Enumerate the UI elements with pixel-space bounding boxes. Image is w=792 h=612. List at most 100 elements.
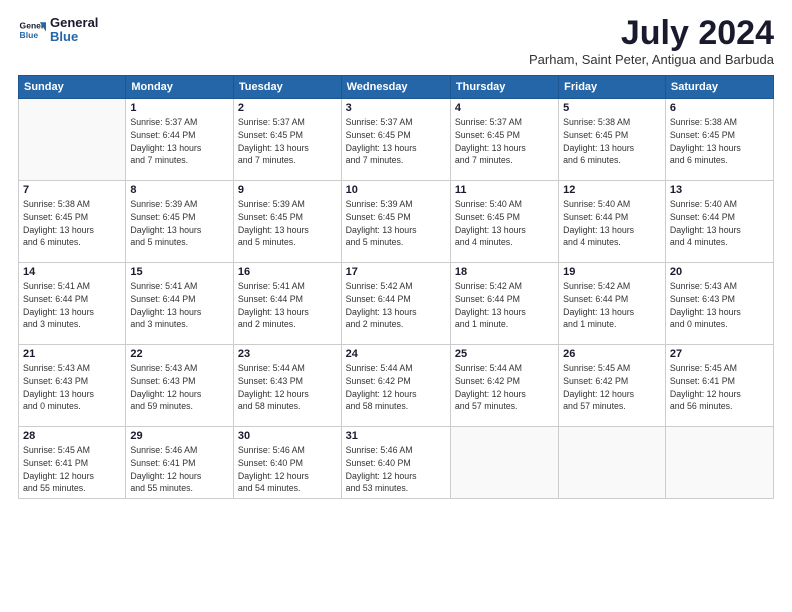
day-detail: Sunrise: 5:40 AM Sunset: 6:45 PM Dayligh…	[455, 198, 554, 249]
day-number: 31	[346, 430, 446, 442]
day-number: 14	[23, 266, 121, 278]
day-number: 15	[130, 266, 229, 278]
calendar-cell: 29 Sunrise: 5:46 AM Sunset: 6:41 PM Dayli…	[126, 427, 234, 499]
day-number: 2	[238, 102, 337, 114]
subtitle: Parham, Saint Peter, Antigua and Barbuda	[529, 52, 774, 67]
calendar-cell	[450, 427, 558, 499]
calendar-cell: 30Sunrise: 5:46 AM Sunset: 6:40 PM Dayli…	[233, 427, 341, 499]
day-number: 13	[670, 184, 769, 196]
calendar-cell: 23 Sunrise: 5:44 AM Sunset: 6:43 PM Dayli…	[233, 345, 341, 427]
day-detail: Sunrise: 5:44 AM Sunset: 6:43 PM Dayligh…	[238, 362, 337, 413]
day-number: 25	[455, 348, 554, 360]
day-number: 9	[238, 184, 337, 196]
day-detail: Sunrise: 5:44 AM Sunset: 6:42 PM Dayligh…	[346, 362, 446, 413]
day-detail: Sunrise: 5:37 AM Sunset: 6:45 PM Dayligh…	[455, 116, 554, 167]
day-number: 17	[346, 266, 446, 278]
day-detail: Sunrise: 5:46 AM Sunset: 6:40 PM Dayligh…	[238, 444, 337, 495]
header-day: Tuesday	[233, 76, 341, 99]
day-number: 22	[130, 348, 229, 360]
day-number: 28	[23, 430, 121, 442]
calendar-cell: 31 Sunrise: 5:46 AM Sunset: 6:40 PM Dayli…	[341, 427, 450, 499]
day-detail: Sunrise: 5:38 AM Sunset: 6:45 PM Dayligh…	[670, 116, 769, 167]
day-detail: Sunrise: 5:41 AM Sunset: 6:44 PM Dayligh…	[238, 280, 337, 331]
calendar-cell: 17 Sunrise: 5:42 AM Sunset: 6:44 PM Dayli…	[341, 263, 450, 345]
day-number: 29	[130, 430, 229, 442]
calendar-cell: 24Sunrise: 5:44 AM Sunset: 6:42 PM Dayli…	[341, 345, 450, 427]
calendar-cell: 21 Sunrise: 5:43 AM Sunset: 6:43 PM Dayli…	[19, 345, 126, 427]
day-number: 6	[670, 102, 769, 114]
header-day: Friday	[559, 76, 666, 99]
day-number: 26	[563, 348, 661, 360]
calendar-cell: 8Sunrise: 5:39 AM Sunset: 6:45 PM Daylig…	[126, 181, 234, 263]
title-block: July 2024 Parham, Saint Peter, Antigua a…	[529, 16, 774, 67]
calendar-cell: 20 Sunrise: 5:43 AM Sunset: 6:43 PM Dayli…	[665, 263, 773, 345]
calendar-cell: 15Sunrise: 5:41 AM Sunset: 6:44 PM Dayli…	[126, 263, 234, 345]
day-number: 11	[455, 184, 554, 196]
header-day: Wednesday	[341, 76, 450, 99]
day-detail: Sunrise: 5:39 AM Sunset: 6:45 PM Dayligh…	[130, 198, 229, 249]
calendar-cell: 13 Sunrise: 5:40 AM Sunset: 6:44 PM Dayli…	[665, 181, 773, 263]
calendar-cell: 10 Sunrise: 5:39 AM Sunset: 6:45 PM Dayli…	[341, 181, 450, 263]
day-detail: Sunrise: 5:44 AM Sunset: 6:42 PM Dayligh…	[455, 362, 554, 413]
header-day: Sunday	[19, 76, 126, 99]
calendar-cell: 22Sunrise: 5:43 AM Sunset: 6:43 PM Dayli…	[126, 345, 234, 427]
day-detail: Sunrise: 5:42 AM Sunset: 6:44 PM Dayligh…	[455, 280, 554, 331]
day-number: 3	[346, 102, 446, 114]
calendar-cell: 27Sunrise: 5:45 AM Sunset: 6:41 PM Dayli…	[665, 345, 773, 427]
calendar-cell	[559, 427, 666, 499]
calendar: SundayMondayTuesdayWednesdayThursdayFrid…	[18, 75, 774, 499]
calendar-cell: 19 Sunrise: 5:42 AM Sunset: 6:44 PM Dayli…	[559, 263, 666, 345]
day-detail: Sunrise: 5:37 AM Sunset: 6:45 PM Dayligh…	[346, 116, 446, 167]
calendar-cell: 28Sunrise: 5:45 AM Sunset: 6:41 PM Dayli…	[19, 427, 126, 499]
calendar-cell: 26 Sunrise: 5:45 AM Sunset: 6:42 PM Dayli…	[559, 345, 666, 427]
day-number: 21	[23, 348, 121, 360]
calendar-cell: 16Sunrise: 5:41 AM Sunset: 6:44 PM Dayli…	[233, 263, 341, 345]
logo: General Blue General Blue	[18, 16, 98, 45]
calendar-cell	[19, 99, 126, 181]
day-number: 5	[563, 102, 661, 114]
day-detail: Sunrise: 5:45 AM Sunset: 6:42 PM Dayligh…	[563, 362, 661, 413]
calendar-cell: 3 Sunrise: 5:37 AM Sunset: 6:45 PM Daylig…	[341, 99, 450, 181]
day-detail: Sunrise: 5:38 AM Sunset: 6:45 PM Dayligh…	[23, 198, 121, 249]
calendar-cell: 12 Sunrise: 5:40 AM Sunset: 6:44 PM Dayli…	[559, 181, 666, 263]
day-number: 4	[455, 102, 554, 114]
month-title: July 2024	[529, 16, 774, 50]
calendar-cell: 9 Sunrise: 5:39 AM Sunset: 6:45 PM Daylig…	[233, 181, 341, 263]
day-detail: Sunrise: 5:40 AM Sunset: 6:44 PM Dayligh…	[670, 198, 769, 249]
calendar-cell: 1 Sunrise: 5:37 AM Sunset: 6:44 PM Daylig…	[126, 99, 234, 181]
calendar-cell: 11 Sunrise: 5:40 AM Sunset: 6:45 PM Dayli…	[450, 181, 558, 263]
day-detail: Sunrise: 5:39 AM Sunset: 6:45 PM Dayligh…	[238, 198, 337, 249]
day-detail: Sunrise: 5:43 AM Sunset: 6:43 PM Dayligh…	[23, 362, 121, 413]
calendar-cell: 2Sunrise: 5:37 AM Sunset: 6:45 PM Daylig…	[233, 99, 341, 181]
calendar-cell: 25 Sunrise: 5:44 AM Sunset: 6:42 PM Dayli…	[450, 345, 558, 427]
day-detail: Sunrise: 5:41 AM Sunset: 6:44 PM Dayligh…	[23, 280, 121, 331]
calendar-cell: 5 Sunrise: 5:38 AM Sunset: 6:45 PM Daylig…	[559, 99, 666, 181]
day-detail: Sunrise: 5:42 AM Sunset: 6:44 PM Dayligh…	[563, 280, 661, 331]
day-number: 23	[238, 348, 337, 360]
day-detail: Sunrise: 5:46 AM Sunset: 6:40 PM Dayligh…	[346, 444, 446, 495]
day-number: 1	[130, 102, 229, 114]
logo-general: General	[50, 16, 98, 30]
day-detail: Sunrise: 5:42 AM Sunset: 6:44 PM Dayligh…	[346, 280, 446, 331]
day-detail: Sunrise: 5:46 AM Sunset: 6:41 PM Dayligh…	[130, 444, 229, 495]
day-detail: Sunrise: 5:38 AM Sunset: 6:45 PM Dayligh…	[563, 116, 661, 167]
day-detail: Sunrise: 5:39 AM Sunset: 6:45 PM Dayligh…	[346, 198, 446, 249]
header-day: Thursday	[450, 76, 558, 99]
calendar-cell: 18Sunrise: 5:42 AM Sunset: 6:44 PM Dayli…	[450, 263, 558, 345]
day-detail: Sunrise: 5:43 AM Sunset: 6:43 PM Dayligh…	[670, 280, 769, 331]
day-number: 7	[23, 184, 121, 196]
header-day: Saturday	[665, 76, 773, 99]
day-number: 20	[670, 266, 769, 278]
day-detail: Sunrise: 5:40 AM Sunset: 6:44 PM Dayligh…	[563, 198, 661, 249]
calendar-cell: 4 Sunrise: 5:37 AM Sunset: 6:45 PM Daylig…	[450, 99, 558, 181]
day-number: 10	[346, 184, 446, 196]
calendar-cell	[665, 427, 773, 499]
day-number: 12	[563, 184, 661, 196]
day-detail: Sunrise: 5:45 AM Sunset: 6:41 PM Dayligh…	[670, 362, 769, 413]
svg-text:Blue: Blue	[20, 30, 39, 40]
calendar-cell: 14 Sunrise: 5:41 AM Sunset: 6:44 PM Dayli…	[19, 263, 126, 345]
calendar-cell: 6 Sunrise: 5:38 AM Sunset: 6:45 PM Daylig…	[665, 99, 773, 181]
day-number: 19	[563, 266, 661, 278]
day-detail: Sunrise: 5:37 AM Sunset: 6:44 PM Dayligh…	[130, 116, 229, 167]
header-day: Monday	[126, 76, 234, 99]
